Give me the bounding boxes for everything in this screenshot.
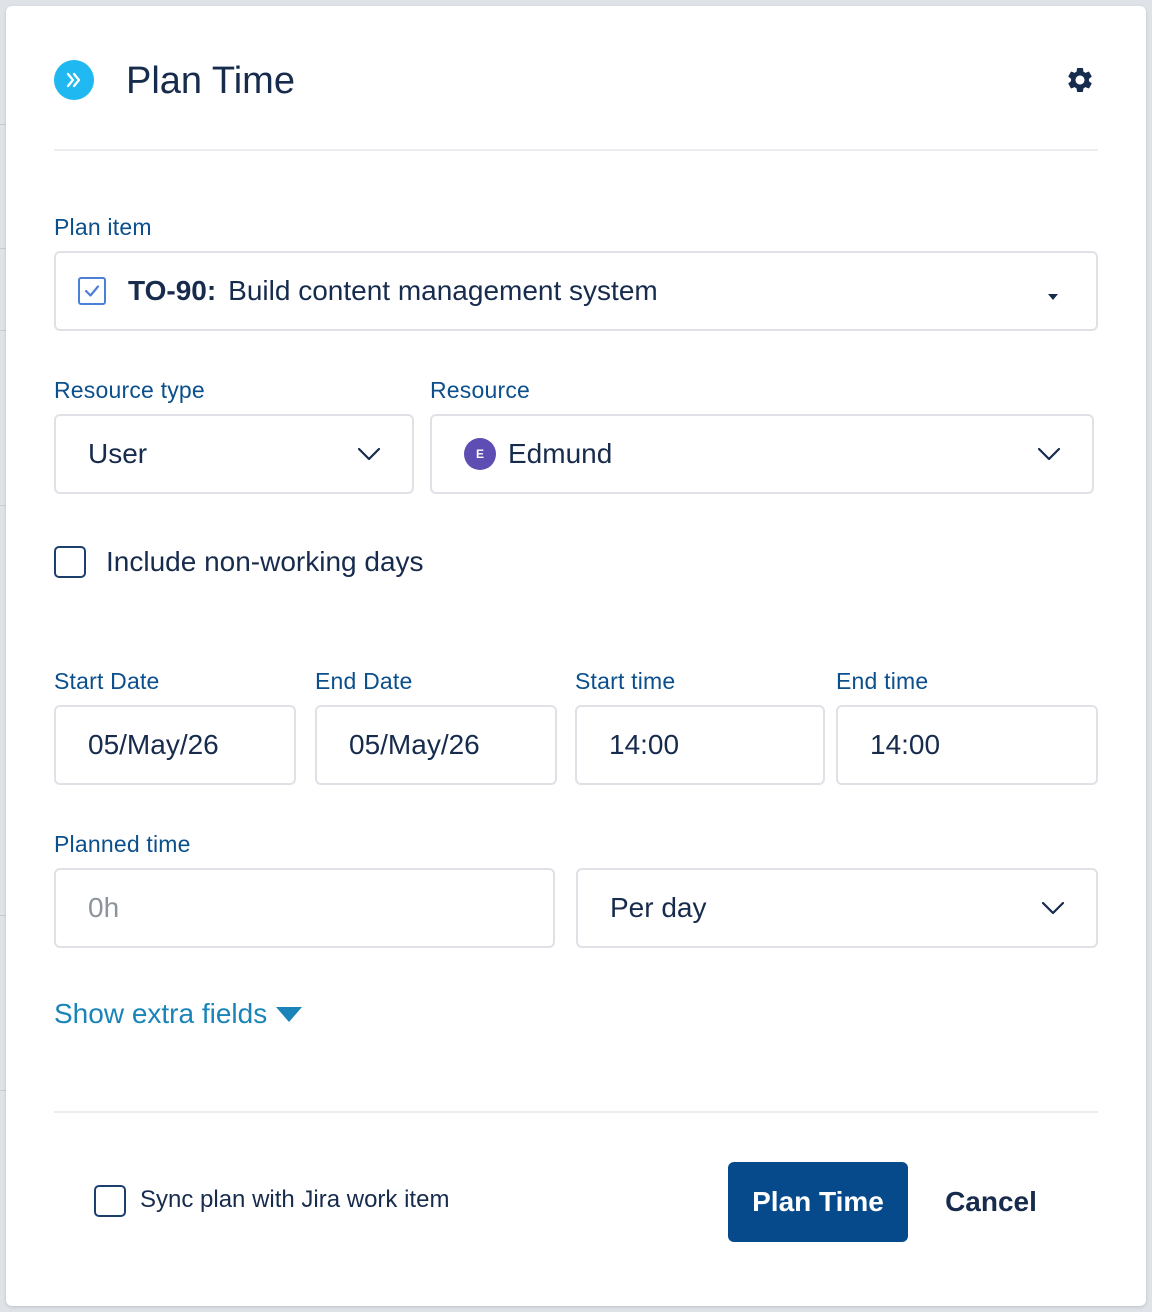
start-time-value: 14:00: [609, 729, 680, 760]
plan-time-dialog: Plan Time Plan item TO-90: Build content…: [6, 6, 1146, 1306]
sync-plan-label: Sync plan with Jira work item: [140, 1186, 450, 1213]
planned-time-period-value: Per day: [610, 892, 707, 923]
end-time-value: 14:00: [870, 729, 941, 760]
planned-time-label: Planned time: [54, 831, 191, 857]
start-time-input[interactable]: 14:00: [575, 705, 825, 785]
caret-down-icon: [275, 998, 303, 1030]
plan-item-key: TO-90:: [128, 275, 217, 306]
plan-item-select[interactable]: TO-90: Build content management system: [54, 251, 1098, 331]
plan-item-label: Plan item: [54, 214, 152, 240]
resource-type-value: User: [88, 438, 148, 469]
start-date-input[interactable]: 05/May/26: [54, 705, 296, 785]
resource-select[interactable]: E Edmund: [430, 414, 1094, 494]
dialog-title: Plan Time: [126, 60, 295, 102]
resource-type-select[interactable]: User: [54, 414, 414, 494]
end-time-label: End time: [836, 668, 929, 694]
planned-time-input[interactable]: 0h: [54, 868, 555, 948]
cancel-button[interactable]: Cancel: [926, 1162, 1056, 1242]
plan-item-summary: Build content management system: [228, 275, 658, 306]
start-date-label: Start Date: [54, 668, 160, 694]
end-time-input[interactable]: 14:00: [836, 705, 1098, 785]
end-date-value: 05/May/26: [349, 729, 480, 760]
double-chevron-right-icon: [54, 60, 94, 100]
resource-label: Resource: [430, 377, 531, 403]
footer-divider: [54, 1111, 1098, 1113]
dialog-header: Plan Time: [54, 54, 1098, 106]
task-checkbox-icon: [78, 277, 106, 305]
sync-plan-checkbox[interactable]: [94, 1185, 126, 1217]
resource-value: Edmund: [508, 438, 613, 469]
end-date-label: End Date: [315, 668, 413, 694]
chevron-down-icon: [1040, 895, 1066, 921]
gear-icon[interactable]: [1062, 62, 1098, 98]
start-date-value: 05/May/26: [88, 729, 219, 760]
caret-down-icon: [1046, 277, 1060, 309]
header-divider: [54, 149, 1098, 151]
show-extra-fields-label: Show extra fields: [54, 998, 268, 1029]
include-non-working-checkbox[interactable]: [54, 546, 86, 578]
planned-time-period-select[interactable]: Per day: [576, 868, 1098, 948]
plan-time-button[interactable]: Plan Time: [728, 1162, 908, 1242]
include-non-working-label: Include non-working days: [106, 546, 424, 577]
avatar: E: [464, 438, 496, 470]
chevron-down-icon: [1036, 441, 1062, 467]
end-date-input[interactable]: 05/May/26: [315, 705, 557, 785]
resource-type-label: Resource type: [54, 377, 205, 403]
chevron-down-icon: [356, 441, 382, 467]
start-time-label: Start time: [575, 668, 676, 694]
show-extra-fields-link[interactable]: Show extra fields: [54, 998, 303, 1030]
planned-time-placeholder: 0h: [88, 892, 120, 923]
